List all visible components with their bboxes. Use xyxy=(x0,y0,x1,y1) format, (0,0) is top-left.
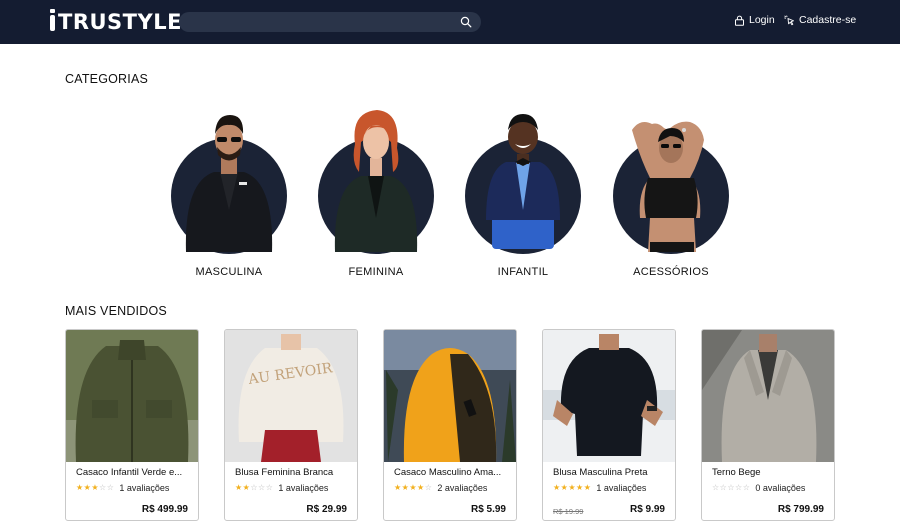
search-bar[interactable] xyxy=(179,12,481,32)
pointer-click-icon xyxy=(784,14,794,25)
rating-stars: ★ ★ ☆ ☆ ☆ xyxy=(235,484,273,492)
signup-label: Cadastre-se xyxy=(799,14,857,26)
star-icon: ★ xyxy=(576,483,584,492)
star-icon: ★ xyxy=(417,483,425,492)
product-image-green-jacket xyxy=(66,330,198,462)
star-icon: ★ xyxy=(401,483,409,492)
product-card[interactable]: Casaco Infantil Verde e... ★ ★ ★ ☆ ☆ 1 avali… xyxy=(65,329,199,521)
search-input[interactable] xyxy=(179,12,481,32)
product-old-price: R$ 19.99 xyxy=(553,507,584,516)
category-label: FEMININA xyxy=(348,266,404,278)
review-count: 1 avaliações xyxy=(119,483,170,493)
star-icon: ☆ xyxy=(99,483,107,492)
product-price: R$ 499.99 xyxy=(141,504,188,515)
category-label: INFANTIL xyxy=(497,266,549,278)
star-icon: ★ xyxy=(76,483,84,492)
product-rating: ★ ★ ★ ★ ★ 1 avaliações xyxy=(553,483,646,493)
star-icon: ☆ xyxy=(719,483,727,492)
review-count: 2 avaliações xyxy=(437,483,488,493)
star-icon: ★ xyxy=(553,483,561,492)
product-rating: ☆ ☆ ☆ ☆ ☆ 0 avaliações xyxy=(712,483,805,493)
product-card[interactable]: Casaco Masculino Ama... ★ ★ ★ ★ ☆ 2 avaliaçõ… xyxy=(383,329,517,521)
star-icon: ★ xyxy=(583,483,591,492)
category-infantil[interactable]: INFANTIL xyxy=(458,100,588,285)
rating-stars: ★ ★ ★ ★ ★ xyxy=(553,484,591,492)
trustyle-logo[interactable]: TRUSTYLE xyxy=(50,9,182,34)
top-navbar: TRUSTYLE Login Cadastre-se xyxy=(0,0,900,44)
rating-stars: ★ ★ ★ ★ ☆ xyxy=(394,484,432,492)
review-count: 0 avaliações xyxy=(755,483,806,493)
category-label: ACESSÓRIOS xyxy=(633,266,709,278)
rating-stars: ☆ ☆ ☆ ☆ ☆ xyxy=(712,484,750,492)
product-image-black-tshirt xyxy=(543,330,675,462)
product-image-yellow-jacket xyxy=(384,330,516,462)
star-icon: ★ xyxy=(394,483,402,492)
star-icon: ☆ xyxy=(712,483,720,492)
login-label: Login xyxy=(749,14,775,26)
product-name: Blusa Masculina Preta xyxy=(553,467,648,478)
review-count: 1 avaliações xyxy=(596,483,647,493)
product-name: Casaco Infantil Verde e... xyxy=(76,467,183,478)
categories-heading: CATEGORIAS xyxy=(65,72,149,86)
category-feminina[interactable]: FEMININA xyxy=(311,100,441,285)
category-masculina[interactable]: MASCULINA xyxy=(164,100,294,285)
star-icon: ☆ xyxy=(250,483,258,492)
star-icon: ★ xyxy=(560,483,568,492)
product-price: R$ 29.99 xyxy=(306,504,347,515)
infantil-model-image xyxy=(486,114,560,249)
star-icon: ★ xyxy=(568,483,576,492)
product-rating: ★ ★ ☆ ☆ ☆ 1 avaliações xyxy=(235,483,328,493)
product-card[interactable]: AU REVOIR Blusa Feminina Branca ★ ★ ☆ ☆ ☆ 1 … xyxy=(224,329,358,521)
lock-icon xyxy=(735,15,744,26)
product-name: Casaco Masculino Ama... xyxy=(394,467,502,478)
search-icon[interactable] xyxy=(460,16,472,28)
login-link[interactable]: Login xyxy=(734,14,775,26)
product-rating: ★ ★ ★ ★ ☆ 2 avaliações xyxy=(394,483,487,493)
star-icon: ★ xyxy=(409,483,417,492)
star-icon: ☆ xyxy=(742,483,750,492)
product-rating: ★ ★ ★ ☆ ☆ 1 avaliações xyxy=(76,483,169,493)
star-icon: ☆ xyxy=(727,483,735,492)
product-image-white-sweater: AU REVOIR xyxy=(225,330,357,462)
product-card[interactable]: Blusa Masculina Preta ★ ★ ★ ★ ★ 1 avaliações… xyxy=(542,329,676,521)
product-price: R$ 799.99 xyxy=(777,504,824,515)
star-icon: ☆ xyxy=(735,483,743,492)
product-name: Blusa Feminina Branca xyxy=(235,467,334,478)
feminina-model-image xyxy=(334,110,418,252)
star-icon: ★ xyxy=(91,483,99,492)
acessorios-model-image xyxy=(632,121,704,252)
masculina-model-image xyxy=(185,115,273,252)
category-acessorios[interactable]: ACESSÓRIOS xyxy=(606,100,736,285)
logo-i-mark xyxy=(50,9,55,31)
star-icon: ★ xyxy=(83,483,91,492)
product-name: Terno Bege xyxy=(712,467,761,478)
category-label: MASCULINA xyxy=(195,266,263,278)
product-price: R$ 9.99 xyxy=(629,504,665,515)
logo-text: TRUSTYLE xyxy=(58,10,182,34)
star-icon: ☆ xyxy=(258,483,266,492)
signup-link[interactable]: Cadastre-se xyxy=(784,14,856,26)
best-sellers-heading: MAIS VENDIDOS xyxy=(65,304,167,318)
star-icon: ☆ xyxy=(265,483,273,492)
review-count: 1 avaliações xyxy=(278,483,329,493)
star-icon: ☆ xyxy=(424,483,432,492)
product-image-beige-suit xyxy=(702,330,834,462)
star-icon: ★ xyxy=(235,483,243,492)
rating-stars: ★ ★ ★ ☆ ☆ xyxy=(76,484,114,492)
product-card[interactable]: Terno Bege ☆ ☆ ☆ ☆ ☆ 0 avaliações R$ 799.99 xyxy=(701,329,835,521)
star-icon: ☆ xyxy=(106,483,114,492)
star-icon: ★ xyxy=(242,483,250,492)
product-price: R$ 5.99 xyxy=(470,504,506,515)
